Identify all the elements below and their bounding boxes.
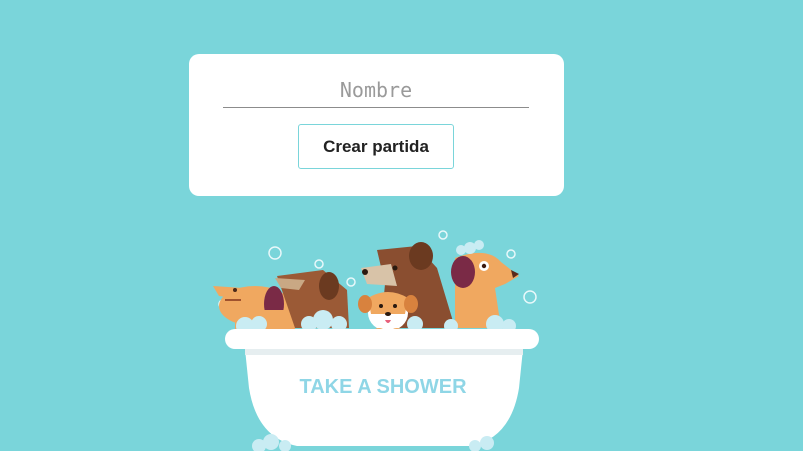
create-game-card: Crear partida: [189, 54, 564, 196]
create-game-button[interactable]: Crear partida: [298, 124, 454, 169]
dog-icon: [451, 240, 519, 328]
name-input[interactable]: [223, 76, 529, 108]
bathtub-rim: [225, 329, 539, 349]
dogs-bathtub-illustration: TAKE A SHOWER: [213, 230, 539, 451]
tub-caption: TAKE A SHOWER: [299, 376, 467, 398]
